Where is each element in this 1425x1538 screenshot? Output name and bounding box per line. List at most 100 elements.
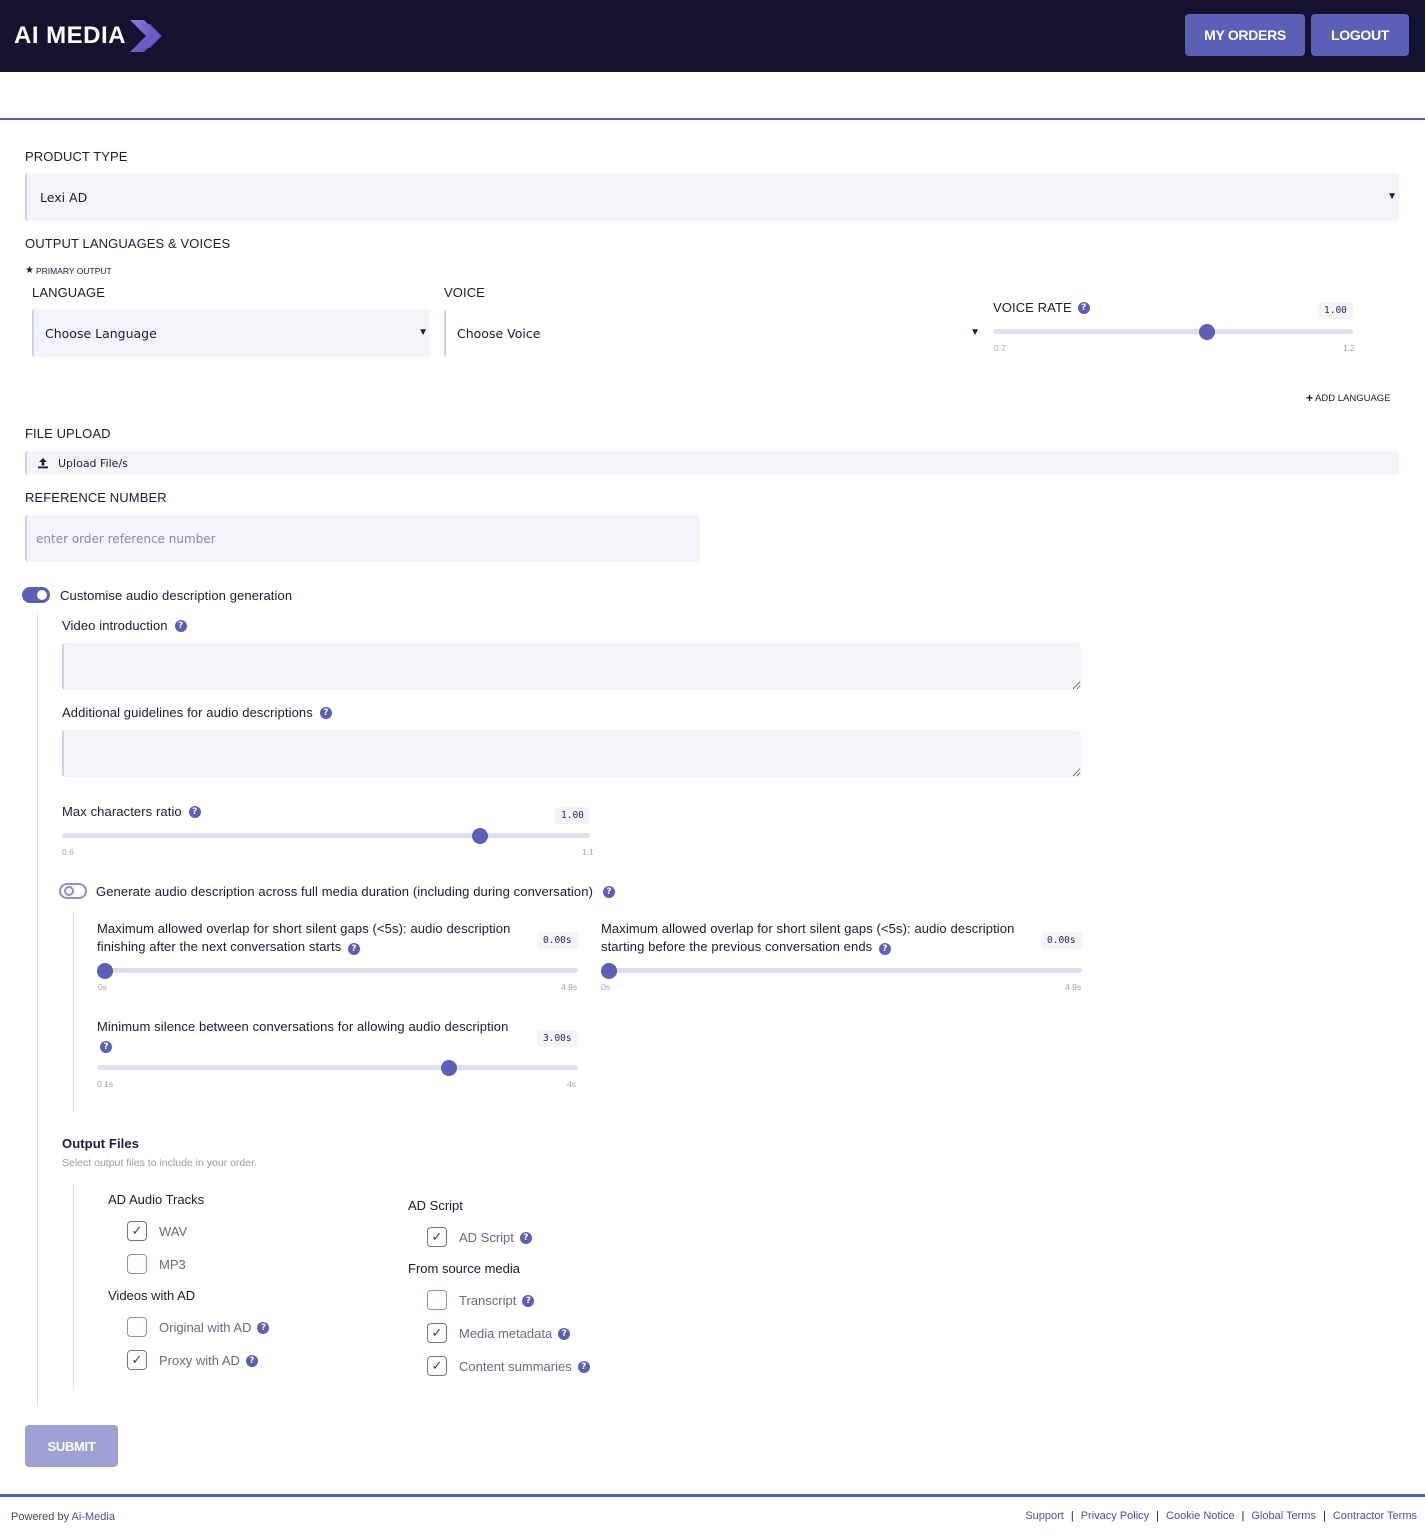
overlap-after-slider[interactable] (97, 963, 578, 979)
separator: | (1070, 1510, 1074, 1522)
product-type-value: Lexi AD (40, 190, 88, 205)
mp3-checkbox[interactable] (127, 1254, 147, 1274)
upload-files-label: Upload File/s (58, 457, 128, 470)
min-silence-label: Minimum silence between conversations fo… (97, 1019, 509, 1034)
full-duration-divider (73, 912, 74, 1112)
product-type-label: PRODUCT TYPE (25, 149, 128, 164)
help-icon[interactable]: ? (348, 943, 361, 955)
plus-icon: + (1306, 391, 1314, 405)
help-icon[interactable]: ? (188, 805, 201, 818)
video-intro-textarea[interactable] (62, 643, 1081, 690)
voice-rate-label: VOICE RATE (993, 300, 1072, 315)
help-icon[interactable]: ? (878, 943, 891, 955)
overlap-after-label: Maximum allowed overlap for short silent… (97, 921, 511, 954)
help-icon[interactable]: ? (603, 885, 615, 898)
slider-thumb[interactable] (601, 963, 617, 979)
slider-thumb[interactable] (97, 963, 113, 979)
min-silence-slider[interactable] (97, 1060, 578, 1076)
mp3-label: MP3 (159, 1257, 186, 1272)
ad-script-checkbox[interactable]: ✓ (427, 1227, 447, 1247)
original-with-ad-checkbox[interactable] (127, 1317, 147, 1337)
submit-button[interactable]: SUBMIT (25, 1425, 118, 1467)
max-chars-value: 1.00 (555, 807, 590, 824)
overlap-after-value: 0.00s (537, 932, 578, 949)
original-with-ad-row: Original with AD ? (159, 1320, 270, 1335)
global-terms-link[interactable]: Global Terms (1251, 1510, 1316, 1522)
help-icon[interactable]: ? (319, 706, 332, 719)
voice-select[interactable]: Choose Voice ▼ (444, 309, 984, 357)
logo-chevron-icon (130, 20, 162, 52)
transcript-label: Transcript (459, 1293, 517, 1308)
help-icon[interactable]: ? (519, 1231, 532, 1244)
reference-number-label: REFERENCE NUMBER (25, 490, 167, 505)
reference-number-input[interactable]: enter order reference number (25, 515, 700, 562)
voice-rate-slider[interactable] (993, 324, 1353, 340)
help-icon[interactable]: ? (100, 1041, 112, 1053)
chevron-down-icon: ▼ (1387, 191, 1397, 202)
slider-track (601, 968, 1082, 973)
content-summaries-checkbox[interactable]: ✓ (427, 1356, 447, 1376)
overlap-after-min: 0s (98, 982, 107, 992)
support-link[interactable]: Support (1025, 1510, 1064, 1522)
ad-script-row: AD Script ? (459, 1230, 532, 1245)
add-language-button[interactable]: + ADD LANGUAGE (1306, 391, 1391, 405)
guidelines-textarea[interactable] (62, 730, 1081, 777)
media-metadata-checkbox[interactable]: ✓ (427, 1323, 447, 1343)
guidelines-heading: Additional guidelines for audio descript… (62, 705, 332, 720)
cookie-notice-link[interactable]: Cookie Notice (1166, 1510, 1234, 1522)
help-icon[interactable]: ? (558, 1327, 571, 1340)
logout-button[interactable]: LOGOUT (1311, 14, 1409, 56)
transcript-checkbox[interactable] (427, 1290, 447, 1310)
overlap-before-max: 4.9s (1065, 982, 1082, 992)
ai-media-link[interactable]: Ai-Media (72, 1511, 115, 1523)
add-language-label: ADD LANGUAGE (1315, 392, 1391, 404)
slider-thumb[interactable] (472, 828, 488, 844)
product-type-select[interactable]: Lexi AD ▼ (25, 173, 1399, 221)
slider-track (97, 968, 578, 973)
help-icon[interactable]: ? (257, 1321, 270, 1334)
overlap-before-min: 0s (601, 982, 610, 992)
output-files-title: Output Files (62, 1136, 140, 1151)
separator: | (1241, 1510, 1245, 1522)
proxy-with-ad-label: Proxy with AD (159, 1353, 240, 1368)
logo-text: AI MEDIA (14, 22, 126, 49)
ad-script-heading: AD Script (408, 1198, 463, 1213)
file-upload-label: FILE UPLOAD (25, 426, 111, 441)
language-select[interactable]: Choose Language ▼ (32, 309, 430, 357)
customise-toggle[interactable] (22, 587, 50, 603)
video-intro-heading: Video introduction ? (62, 618, 187, 633)
help-icon[interactable]: ? (174, 619, 187, 632)
my-orders-button[interactable]: MY ORDERS (1185, 14, 1305, 56)
footer-links: Support | Privacy Policy | Cookie Notice… (1025, 1510, 1417, 1522)
content-summaries-label: Content summaries (459, 1359, 572, 1374)
voice-label: VOICE (444, 285, 485, 300)
upload-files-button[interactable]: Upload File/s (25, 451, 1399, 475)
voice-placeholder: Choose Voice (457, 326, 541, 341)
voice-rate-heading: VOICE RATE ? (993, 300, 1090, 315)
help-icon[interactable]: ? (522, 1294, 535, 1307)
help-icon[interactable]: ? (577, 1360, 590, 1373)
check-icon: ✓ (431, 1358, 443, 1374)
slider-thumb[interactable] (1199, 324, 1215, 340)
max-chars-slider[interactable] (62, 828, 590, 844)
privacy-policy-link[interactable]: Privacy Policy (1081, 1510, 1149, 1522)
guidelines-label: Additional guidelines for audio descript… (62, 705, 313, 720)
slider-track (97, 1065, 578, 1070)
slider-thumb[interactable] (441, 1060, 457, 1076)
max-chars-heading: Max characters ratio ? (62, 804, 201, 819)
help-icon[interactable]: ? (1077, 301, 1090, 314)
contractor-terms-link[interactable]: Contractor Terms (1333, 1510, 1417, 1522)
overlap-before-slider[interactable] (601, 963, 1082, 979)
language-label: LANGUAGE (32, 285, 106, 300)
ai-media-logo[interactable]: AI MEDIA (14, 20, 168, 52)
from-source-media-heading: From source media (408, 1261, 520, 1276)
proxy-with-ad-checkbox[interactable]: ✓ (127, 1350, 147, 1370)
primary-output-indicator: ★ PRIMARY OUTPUT (25, 265, 112, 276)
slider-track (62, 833, 590, 838)
min-silence-min: 0.1s (97, 1079, 114, 1089)
full-duration-toggle[interactable] (59, 883, 87, 899)
wav-checkbox[interactable]: ✓ (127, 1221, 147, 1241)
media-metadata-row: Media metadata ? (459, 1326, 571, 1341)
help-icon[interactable]: ? (245, 1354, 258, 1367)
overlap-after-heading: Maximum allowed overlap for short silent… (97, 920, 527, 956)
